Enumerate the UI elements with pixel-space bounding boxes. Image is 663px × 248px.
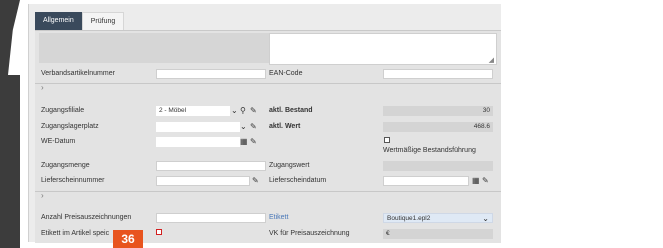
etikett-im-artikel-checkbox[interactable] — [156, 229, 162, 235]
aktl-bestand-label: aktl. Bestand — [269, 107, 313, 114]
tab-pruefung[interactable]: Prüfung — [81, 12, 125, 30]
description-area-right[interactable]: ◢ — [269, 33, 497, 65]
description-area-left[interactable] — [39, 33, 269, 63]
aktl-bestand-value: 30 — [383, 106, 493, 116]
zugangslagerplatz-select[interactable] — [156, 122, 240, 132]
section-divider — [35, 83, 501, 84]
verbandsartikelnummer-label: Verbandsartikelnummer — [41, 70, 115, 77]
zugangsmenge-label: Zugangsmenge — [41, 162, 90, 169]
anzahl-preisauszeichnungen-label: Anzahl Preisauszeichnungen — [41, 214, 132, 221]
we-datum-label: WE-Datum — [41, 138, 76, 145]
chevron-down-icon: ⌄ — [482, 214, 489, 223]
clear-icon[interactable]: ✎ — [252, 176, 259, 186]
clear-icon[interactable]: ✎ — [482, 176, 489, 186]
clear-icon[interactable]: ✎ — [250, 122, 257, 132]
lieferscheindatum-label: Lieferscheindatum — [269, 177, 327, 184]
zugangslagerplatz-label: Zugangslagerplatz — [41, 123, 99, 130]
clear-icon[interactable]: ✎ — [250, 137, 257, 147]
chevron-down-icon[interactable]: ⌄ — [240, 122, 247, 132]
we-datum-field[interactable] — [156, 137, 240, 147]
article-panel: Allgemein Prüfung ◢ Verbandsartikelnumme… — [28, 4, 501, 243]
wertmaessige-checkbox[interactable] — [384, 137, 390, 143]
expand-arrow-icon[interactable]: › — [41, 191, 44, 200]
zugangsfiliale-value: 2 - Möbel — [159, 107, 187, 114]
chevron-down-icon[interactable]: ⌄ — [231, 106, 238, 116]
anzahl-preisauszeichnungen-field[interactable] — [156, 213, 266, 223]
tab-allgemein[interactable]: Allgemein — [35, 12, 82, 30]
etikett-select[interactable]: Boutique1.epl2 ⌄ — [383, 213, 493, 223]
lieferscheinnummer-label: Lieferscheinnummer — [41, 177, 105, 184]
clear-icon[interactable]: ✎ — [250, 106, 257, 116]
lieferscheindatum-field[interactable] — [383, 176, 469, 186]
section-divider — [35, 191, 501, 192]
lieferscheinnummer-field[interactable] — [156, 176, 250, 186]
zugangsfiliale-select[interactable]: 2 - Möbel — [156, 106, 230, 116]
vk-preisauszeichnung-label: VK für Preisauszeichnung — [269, 230, 350, 237]
form-area: ◢ Verbandsartikelnummer EAN-Code › Zugan… — [35, 30, 501, 243]
tab-bar: Allgemein Prüfung — [35, 12, 125, 30]
search-icon[interactable]: ⚲ — [240, 106, 246, 116]
vk-preisauszeichnung-field: € — [383, 229, 493, 239]
zugangsmenge-field[interactable] — [156, 161, 266, 171]
vk-value: € — [386, 230, 390, 237]
etikett-label: Etikett — [269, 214, 289, 221]
calendar-icon[interactable]: ▦ — [472, 176, 480, 186]
expand-arrow-icon[interactable]: › — [41, 83, 44, 92]
etikett-value: Boutique1.epl2 — [387, 215, 431, 222]
calendar-icon[interactable]: ▦ — [240, 137, 248, 147]
aktl-wert-value: 468.6 — [383, 122, 493, 132]
verbandsartikelnummer-field[interactable] — [156, 69, 266, 79]
left-sidebar-edge — [0, 0, 20, 248]
ean-code-label: EAN-Code — [269, 70, 303, 77]
etikett-im-artikel-label: Etikett im Artikel speic — [41, 230, 110, 237]
ean-code-field[interactable] — [383, 69, 493, 79]
aktl-wert-label: aktl. Wert — [269, 123, 301, 130]
step-badge: 36 — [113, 230, 143, 248]
resize-handle-icon[interactable]: ◢ — [489, 56, 494, 64]
zugangsfiliale-label: Zugangsfiliale — [41, 107, 85, 114]
sidebar-notch — [8, 0, 20, 75]
wertmaessige-label: Wertmäßige Bestandsführung — [383, 147, 476, 154]
zugangswert-label: Zugangswert — [269, 162, 310, 169]
zugangswert-field — [383, 161, 493, 171]
